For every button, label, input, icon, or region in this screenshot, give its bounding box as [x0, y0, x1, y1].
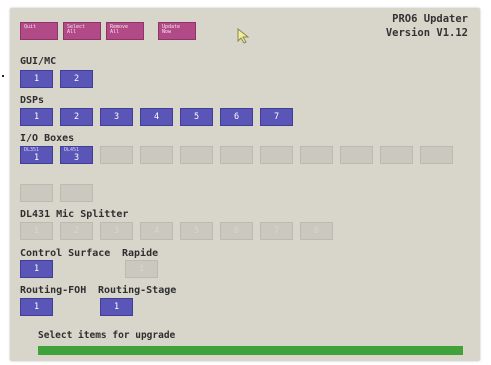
dl431-label: DL431 Mic Splitter [20, 209, 129, 220]
dsp-button-3[interactable]: 3 [100, 108, 133, 126]
gui-mc-button-2[interactable]: 2 [60, 70, 93, 88]
dsp-button-4[interactable]: 4 [140, 108, 173, 126]
gui-mc-label: GUI/MC [20, 56, 57, 67]
routing-stage-label: Routing-Stage [98, 285, 177, 296]
updater-screen: Quit Select All Remove All Update Now PR… [10, 8, 480, 361]
io-box-slot-empty [180, 146, 213, 164]
io-box-slot-empty [20, 184, 53, 202]
dl431-button-2: 2 [60, 222, 93, 240]
io-box-slot-empty [300, 146, 333, 164]
quit-button[interactable]: Quit [20, 22, 58, 40]
io-box-number: 1 [33, 153, 40, 163]
mouse-cursor-icon [237, 28, 250, 44]
io-box-button-1[interactable]: DL351 1 [20, 146, 53, 164]
dl431-button-1: 1 [20, 222, 53, 240]
update-now-button[interactable]: Update Now [158, 22, 196, 40]
dsp-button-7[interactable]: 7 [260, 108, 293, 126]
dsp-button-5[interactable]: 5 [180, 108, 213, 126]
status-text: Select items for upgrade [38, 330, 176, 341]
control-surface-label: Control Surface [20, 248, 111, 259]
app-version: Version V1.12 [385, 27, 468, 39]
io-box-slot-empty [60, 184, 93, 202]
io-box-slot-empty [420, 146, 453, 164]
dl431-button-5: 5 [180, 222, 213, 240]
remove-all-button[interactable]: Remove All [106, 22, 144, 40]
rapide-label: Rapide [122, 248, 159, 259]
select-all-button[interactable]: Select All [63, 22, 101, 40]
dl431-button-6: 6 [220, 222, 253, 240]
progress-bar [38, 346, 463, 355]
io-box-slot-empty [100, 146, 133, 164]
dl431-button-4: 4 [140, 222, 173, 240]
rapide-button-1: 1 [125, 260, 158, 278]
dl431-button-8: 8 [300, 222, 333, 240]
progress-fill [38, 346, 463, 355]
io-box-slot-empty [220, 146, 253, 164]
control-surface-button-1[interactable]: 1 [20, 260, 53, 278]
gui-mc-button-1[interactable]: 1 [20, 70, 53, 88]
io-box-number: 3 [73, 153, 80, 163]
io-box-button-2[interactable]: DL451 3 [60, 146, 93, 164]
dsps-label: DSPs [20, 95, 45, 106]
dsp-button-2[interactable]: 2 [60, 108, 93, 126]
dsp-button-1[interactable]: 1 [20, 108, 53, 126]
stray-dot [2, 75, 4, 77]
routing-foh-button-1[interactable]: 1 [20, 298, 53, 316]
dsp-button-6[interactable]: 6 [220, 108, 253, 126]
io-boxes-label: I/O Boxes [20, 133, 75, 144]
routing-foh-label: Routing-FOH [20, 285, 87, 296]
dl431-button-7: 7 [260, 222, 293, 240]
io-box-slot-empty [140, 146, 173, 164]
io-box-slot-empty [380, 146, 413, 164]
io-box-slot-empty [260, 146, 293, 164]
routing-stage-button-1[interactable]: 1 [100, 298, 133, 316]
dl431-button-3: 3 [100, 222, 133, 240]
io-box-slot-empty [340, 146, 373, 164]
app-title: PRO6 Updater [392, 13, 468, 25]
